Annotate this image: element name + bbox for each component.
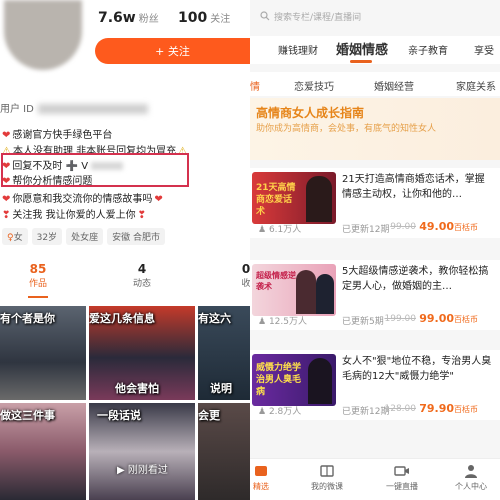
video-thumb[interactable]: 一段话说 ▶ 刚刚看过 bbox=[89, 403, 195, 500]
followers-count: 7.6w bbox=[98, 10, 136, 26]
original-price: 199.00 bbox=[384, 314, 417, 324]
update-count: 已更新12期 bbox=[342, 407, 390, 417]
followers-label: 粉丝 bbox=[138, 14, 159, 25]
follow-button[interactable]: + 关注 bbox=[95, 38, 250, 64]
video-camera-icon bbox=[394, 466, 409, 476]
people-icon: ♟ bbox=[258, 317, 267, 327]
screenshot-root: 7.6w 粉丝 100 关注 + 关注 用户 ID ❤ 感谢官方快手绿色平台 ⚠ 本人没… bbox=[0, 0, 500, 500]
heart-icon: ❤ bbox=[2, 194, 11, 205]
subtab-family[interactable]: 家庭关系 bbox=[456, 78, 496, 93]
recently-watched-badge: ▶ 刚刚看过 bbox=[117, 465, 168, 476]
original-price: 128.00 bbox=[384, 404, 417, 414]
profile-panel: 7.6w 粉丝 100 关注 + 关注 用户 ID ❤ 感谢官方快手绿色平台 ⚠ 本人没… bbox=[0, 0, 250, 500]
course-thumbnail: 21天高情商恋爱话术 bbox=[252, 172, 336, 224]
search-placeholder: 搜索专栏/课程/直播间 bbox=[274, 12, 362, 23]
tab-works[interactable]: 85 作品 bbox=[20, 262, 56, 289]
tab-indicator bbox=[28, 296, 48, 298]
presenter-photo bbox=[316, 274, 334, 314]
people-icon: ♟ bbox=[258, 225, 267, 235]
following-stat[interactable]: 100 关注 bbox=[178, 10, 230, 26]
course-title: 21天打造高情商婚恋话术，掌握情感主动权，让你和他的… bbox=[342, 174, 485, 200]
video-thumb[interactable]: 会更 bbox=[198, 403, 250, 500]
update-count: 已更新5期 bbox=[342, 317, 384, 327]
course-card[interactable]: 21天高情商恋爱话术 21天打造高情商婚恋话术，掌握情感主动权，让你和他的… ♟… bbox=[250, 168, 500, 238]
tab-moments[interactable]: 4 动态 bbox=[124, 262, 160, 289]
category-indicator bbox=[350, 60, 372, 63]
course-thumbnail: 超级情感逆袭术 bbox=[252, 264, 336, 316]
profile-tags: ♀女 32岁 处女座 安徽 合肥市 bbox=[2, 228, 165, 245]
banner-title: 高情商女人成长指南 bbox=[256, 106, 365, 120]
avatar[interactable] bbox=[4, 0, 82, 70]
course-price: 49.00百栝币 bbox=[419, 220, 478, 233]
person-icon bbox=[465, 465, 477, 478]
female-icon: ♀ bbox=[7, 233, 14, 243]
course-title: 女人不"狠"地位不稳，专治男人臭毛病的12大"威慑力绝学" bbox=[342, 356, 492, 382]
course-price: 99.00百栝币 bbox=[419, 312, 478, 325]
promo-banner[interactable]: 高情商女人成长指南 助你成为高情商，会处事，有底气的知性女人 bbox=[250, 98, 500, 160]
original-price: 99.00 bbox=[390, 222, 416, 232]
tab-marriage[interactable]: 婚姻情感 bbox=[336, 39, 388, 58]
subcategory-tabs: 情 恋爱技巧 婚姻经营 家庭关系 bbox=[250, 72, 500, 96]
course-price: 79.90百栝币 bbox=[419, 402, 478, 415]
video-thumb[interactable]: 做这三件事 bbox=[0, 403, 86, 500]
course-title: 5大超级情感逆袭术，教你轻松搞定男人心，做婚姻的主… bbox=[342, 266, 489, 292]
subtab-marriage[interactable]: 婚姻经营 bbox=[374, 78, 414, 93]
nav-live[interactable]: 一键直播 bbox=[377, 463, 427, 492]
video-grid: 有个者是你 爱这几条信息 他会害怕 有这六 说明 做这三件事 一段话说 ▶ 刚刚… bbox=[0, 306, 250, 500]
heart-icon: ❣ bbox=[2, 210, 11, 221]
banner-subtitle: 助你成为高情商，会处事，有底气的知性女人 bbox=[256, 124, 437, 134]
video-thumb[interactable]: 爱这几条信息 他会害怕 bbox=[89, 306, 195, 400]
nav-profile[interactable]: 个人中心 bbox=[446, 463, 496, 492]
learners: ♟ 6.1万人 bbox=[258, 225, 302, 235]
store-panel: 搜索专栏/课程/直播间 赚钱理财 婚姻情感 亲子教育 享受 情 恋爱技巧 婚姻经… bbox=[250, 0, 500, 500]
home-icon bbox=[255, 466, 267, 476]
bio-line-1: ❤ 感谢官方快手绿色平台 bbox=[2, 130, 113, 141]
uid-blurred bbox=[37, 104, 148, 114]
course-card[interactable]: 威慑力绝学 治男人臭毛病 女人不"狠"地位不稳，专治男人臭毛病的12大"威慑力绝… bbox=[250, 350, 500, 420]
following-count: 100 bbox=[178, 10, 208, 26]
tag-gender: ♀女 bbox=[2, 228, 28, 245]
nav-my-courses[interactable]: 我的微课 bbox=[302, 463, 352, 492]
following-label: 关注 bbox=[210, 14, 231, 25]
search-icon bbox=[260, 11, 270, 21]
learners: ♟ 12.5万人 bbox=[258, 317, 307, 327]
bio-line-5: ❤ 你愿意和我交流你的情感故事吗 ❤ bbox=[2, 194, 163, 205]
play-icon: ▶ bbox=[117, 465, 125, 476]
book-icon bbox=[320, 465, 334, 477]
course-thumbnail: 威慑力绝学 治男人臭毛病 bbox=[252, 354, 336, 406]
video-thumb[interactable]: 有个者是你 bbox=[0, 306, 86, 400]
tag-age: 32岁 bbox=[31, 228, 63, 245]
tag-location: 安徽 合肥市 bbox=[107, 228, 165, 245]
tag-zodiac: 处女座 bbox=[66, 228, 104, 245]
learners: ♟ 2.8万人 bbox=[258, 407, 302, 417]
uid-row: 用户 ID bbox=[0, 100, 148, 115]
people-icon: ♟ bbox=[258, 407, 267, 417]
tab-favorites[interactable]: 0 收 bbox=[228, 262, 250, 289]
bottom-nav: 精选 我的微课 一键直播 个人中心 bbox=[250, 458, 500, 500]
bio-line-6: ❣ 关注我 我让你爱的人爱上你 ❣ bbox=[2, 210, 146, 221]
update-count: 已更新12期 bbox=[342, 225, 390, 235]
nav-featured[interactable]: 精选 bbox=[250, 463, 286, 492]
uid-label: 用户 ID bbox=[0, 104, 34, 115]
presenter-photo bbox=[306, 176, 332, 222]
heart-icon: ❤ bbox=[2, 130, 11, 141]
tab-parenting[interactable]: 亲子教育 bbox=[408, 42, 448, 57]
profile-tabs: 85 作品 4 动态 0 收 bbox=[0, 262, 250, 298]
video-thumb[interactable]: 有这六 说明 bbox=[198, 306, 250, 400]
presenter-photo bbox=[308, 358, 332, 404]
heart-icon: ❣ bbox=[137, 210, 146, 221]
presenter-photo bbox=[296, 270, 316, 314]
heart-icon: ❤ bbox=[154, 194, 163, 205]
tab-money[interactable]: 赚钱理财 bbox=[278, 42, 318, 57]
category-tabs: 赚钱理财 婚姻情感 亲子教育 享受 bbox=[250, 36, 500, 64]
tab-enjoy[interactable]: 享受 bbox=[474, 42, 494, 57]
subtab-current[interactable]: 情 bbox=[250, 78, 260, 93]
followers-stat[interactable]: 7.6w 粉丝 bbox=[98, 10, 159, 26]
subtab-dating[interactable]: 恋爱技巧 bbox=[294, 78, 334, 93]
highlight-box bbox=[1, 153, 189, 187]
search-bar[interactable]: 搜索专栏/课程/直播间 bbox=[250, 4, 500, 28]
course-card[interactable]: 超级情感逆袭术 5大超级情感逆袭术，教你轻松搞定男人心，做婚姻的主… ♟ 12.… bbox=[250, 260, 500, 330]
